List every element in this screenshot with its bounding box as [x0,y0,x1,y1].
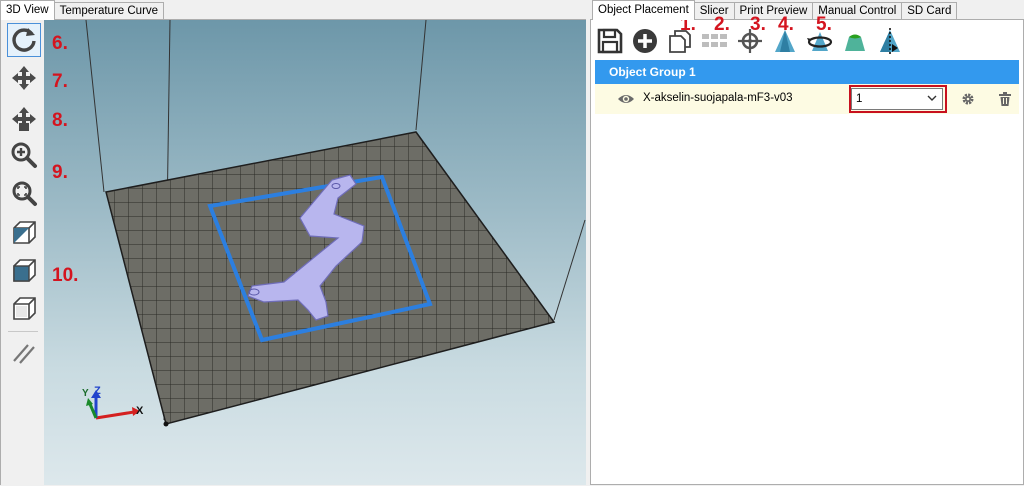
cube-front-icon [13,221,36,244]
fit-view-button[interactable] [7,176,41,210]
annotation-7: 7. [52,71,68,92]
add-object-button[interactable] [629,25,661,57]
cut-icon [845,34,865,51]
move-object-icon [12,107,36,131]
pan-view-button[interactable] [7,61,41,95]
annotation-10: 10. [52,265,79,286]
tab-sd-card[interactable]: SD Card [901,2,958,20]
left-tabbar: 3D View Temperature Curve [0,0,165,20]
y-axis-label: Y [82,388,89,399]
3d-viewport[interactable]: X Y Z [44,20,586,485]
tab-print-preview[interactable]: Print Preview [733,2,814,20]
print-bed [105,131,556,425]
gear-icon[interactable] [961,92,975,106]
annotation-6: 6. [52,33,68,54]
mirror-icon [880,28,900,54]
annotation-2: 2. [714,14,730,35]
reset-view-button[interactable] [7,23,41,57]
visibility-eye-icon[interactable] [617,91,635,107]
view-toolstrip [1,20,45,485]
tab-temperature-curve[interactable]: Temperature Curve [53,2,165,20]
tab-object-placement[interactable]: Object Placement [592,0,695,20]
tab-3d-view[interactable]: 3D View [0,0,55,20]
axes-gizmo: X Y Z [82,385,144,420]
left-pane: 3D View Temperature Curve X Y Z 6. 7. 8.… [0,0,588,486]
fit-view-icon [12,181,37,206]
zoom-icon [11,142,37,168]
save-icon [597,28,623,54]
zoom-button[interactable] [7,138,41,172]
annotation-8: 8. [52,110,68,131]
annotation-4: 4. [778,14,794,35]
cube-side-icon [13,297,36,320]
trash-icon[interactable] [999,92,1011,106]
object-group-header[interactable]: Object Group 1 [595,60,1019,84]
right-tabbar: Object Placement Slicer Print Preview Ma… [592,0,958,20]
z-axis-label: Z [94,385,101,397]
top-view-button[interactable] [7,254,41,288]
add-icon [633,29,657,53]
parallel-projection-button[interactable] [7,336,41,370]
x-axis-label: X [136,405,144,417]
save-button[interactable] [594,25,626,57]
repetier-host-window: 3D View Temperature Curve X Y Z 6. 7. 8.… [0,0,1024,486]
annotation-5: 5. [816,14,832,35]
object-row[interactable]: X-akselin-suojapala-mF3-v03 1 [595,84,1019,114]
right-pane: Object Placement Slicer Print Preview Ma… [590,0,1024,486]
extruder-select-highlight [849,85,947,113]
cube-top-icon [13,259,36,282]
annotation-9: 9. [52,162,68,183]
move-object-button[interactable] [7,102,41,136]
origin-marker [163,421,169,427]
move-icon [12,66,36,90]
object-name: X-akselin-suojapala-mF3-v03 [643,92,793,104]
parallel-lines-icon [13,344,35,364]
front-view-button[interactable] [7,216,41,250]
cut-object-button[interactable] [839,25,871,57]
annotation-3: 3. [750,14,766,35]
3d-scene: X Y Z [82,20,586,427]
toolstrip-separator [8,331,38,332]
side-view-button[interactable] [7,292,41,326]
mirror-object-button[interactable] [874,25,906,57]
reset-view-icon [12,28,36,52]
